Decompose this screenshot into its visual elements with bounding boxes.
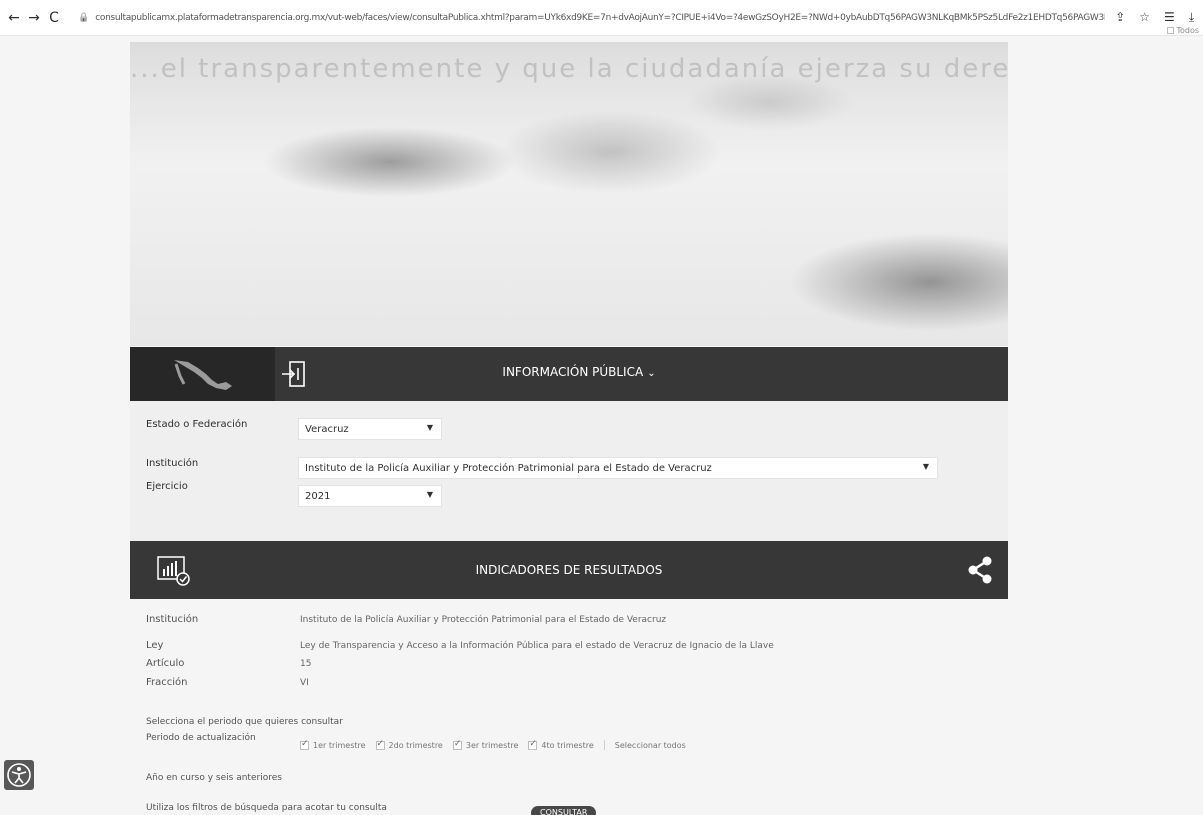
period-prompt: Selecciona el periodo que quieres consul… [146, 717, 343, 727]
consultar-button[interactable]: CONSULTAR [531, 806, 597, 815]
reading-list-icon[interactable]: ☰ [1164, 10, 1175, 25]
hero-ghost-text: ...el transparentemente y que la ciudada… [130, 54, 1008, 84]
detail-ley-value: Ley de Transparencia y Acceso a la Infor… [300, 641, 774, 651]
detail-articulo-label: Artículo [146, 658, 185, 669]
todos-label: Todos [1176, 26, 1199, 35]
indicadores-title: INDICADORES DE RESULTADOS [475, 563, 663, 577]
period-option-label: 1er trimestre [313, 740, 366, 750]
select-all-option[interactable]: Seleccionar todos [615, 741, 686, 750]
info-publica-toggle[interactable]: INFORMACIÓN PÚBLICA ⌄ [130, 365, 1008, 379]
period-option-label: 2do trimestre [388, 740, 443, 750]
detail-institucion-label: Institución [146, 614, 199, 625]
browser-toolbar: ← → C 🔒 consultapublicamx.plataformadetr… [0, 0, 1203, 36]
detail-fraccion-label: Fracción [146, 677, 188, 688]
detail-institucion-value: Instituto de la Policía Auxiliar y Prote… [300, 615, 667, 625]
estado-select[interactable]: Veracruz ▼ [298, 418, 442, 440]
address-bar[interactable]: consultapublicamx.plataformadetransparen… [95, 13, 1105, 23]
ejercicio-label: Ejercicio [146, 481, 188, 492]
detail-ley-label: Ley [146, 640, 164, 651]
institucion-label: Institución [146, 458, 199, 469]
select-all-label: Seleccionar todos [614, 740, 686, 750]
institucion-select-value: Instituto de la Policía Auxiliar y Prote… [305, 463, 712, 474]
chevron-down-icon: ⌄ [647, 368, 656, 379]
bookmarks-all[interactable]: Todos [1167, 26, 1199, 35]
back-button[interactable]: ← [4, 10, 24, 26]
forward-button[interactable]: → [24, 10, 44, 26]
download-icon[interactable]: ⤓ [1189, 10, 1194, 25]
period-label: Periodo de actualización [146, 733, 256, 743]
lock-icon: 🔒 [78, 12, 90, 23]
period-option-2[interactable]: 2do trimestre [375, 739, 443, 750]
period-option-1[interactable]: 1er trimestre [300, 739, 366, 750]
dropdown-arrow-icon: ▼ [426, 423, 433, 432]
ejercicio-select[interactable]: 2021 ▼ [298, 485, 442, 507]
checkbox-icon[interactable] [528, 739, 538, 750]
info-publica-header: INFORMACIÓN PÚBLICA ⌄ [130, 347, 1008, 401]
checkbox-icon[interactable] [452, 739, 462, 750]
checkbox-icon[interactable] [300, 739, 309, 750]
indicadores-header: INDICADORES DE RESULTADOS [130, 541, 1008, 599]
filter-panel: Estado o Federación Veracruz ▼ Instituci… [130, 401, 1008, 541]
period-options: 1er trimestre 2do trimestre 3er trimestr… [300, 739, 696, 750]
detail-fraccion-value: VI [300, 678, 309, 688]
period-option-label: 3er trimestre [465, 740, 519, 750]
institucion-select[interactable]: Instituto de la Policía Auxiliar y Prote… [298, 457, 938, 479]
checkbox-icon[interactable] [375, 739, 385, 750]
search-hint: Utiliza los filtros de búsqueda para aco… [146, 803, 387, 813]
detail-articulo-value: 15 [300, 659, 312, 669]
period-option-label: 4to trimestre [541, 740, 594, 750]
year-note: Año en curso y seis anteriores [146, 773, 282, 783]
period-option-4[interactable]: 4to trimestre [528, 739, 594, 750]
ejercicio-select-value: 2021 [305, 491, 331, 502]
share-icon[interactable] [966, 555, 994, 585]
divider [603, 740, 605, 750]
estado-select-value: Veracruz [305, 424, 349, 435]
hero-banner: ...el transparentemente y que la ciudada… [130, 42, 1008, 346]
share-page-icon[interactable]: ⇪ [1115, 10, 1125, 25]
dropdown-arrow-icon: ▼ [922, 462, 929, 471]
period-option-3[interactable]: 3er trimestre [452, 739, 519, 750]
reload-button[interactable]: C [44, 10, 64, 26]
star-icon[interactable]: ☆ [1139, 10, 1150, 25]
info-publica-title: INFORMACIÓN PÚBLICA [502, 365, 644, 379]
estado-label: Estado o Federación [146, 419, 248, 430]
dropdown-arrow-icon: ▼ [426, 490, 433, 499]
accessibility-icon[interactable] [4, 760, 34, 790]
